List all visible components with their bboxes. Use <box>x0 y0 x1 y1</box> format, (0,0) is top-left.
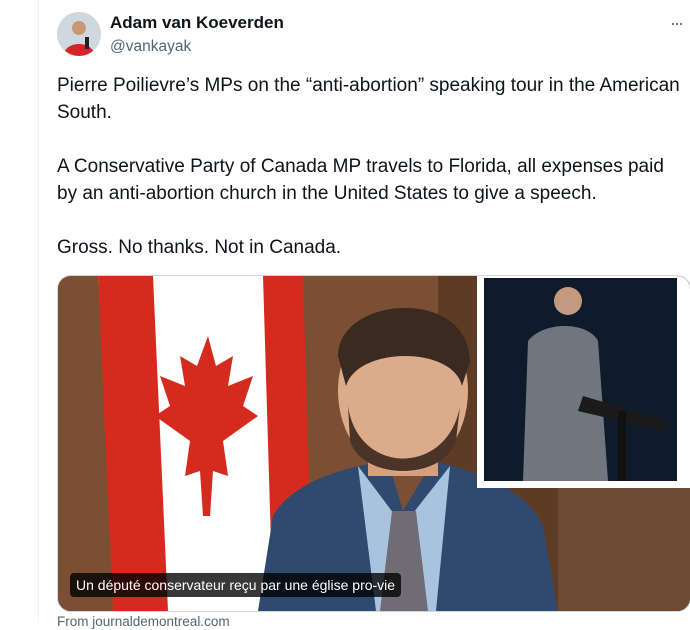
author-name[interactable]: Adam van Koeverden <box>110 12 284 34</box>
link-source[interactable]: From journaldemontreal.com <box>57 614 230 630</box>
author-handle[interactable]: @vankayak <box>110 37 191 57</box>
avatar[interactable] <box>57 12 101 56</box>
media-caption: Un député conservateur reçu par une égli… <box>70 573 402 597</box>
link-card-image[interactable] <box>57 275 690 612</box>
more-horizontal-icon[interactable]: ··· <box>670 13 684 34</box>
tweet-text: Pierre Poilievre’s MPs on the “anti-abor… <box>57 75 680 258</box>
